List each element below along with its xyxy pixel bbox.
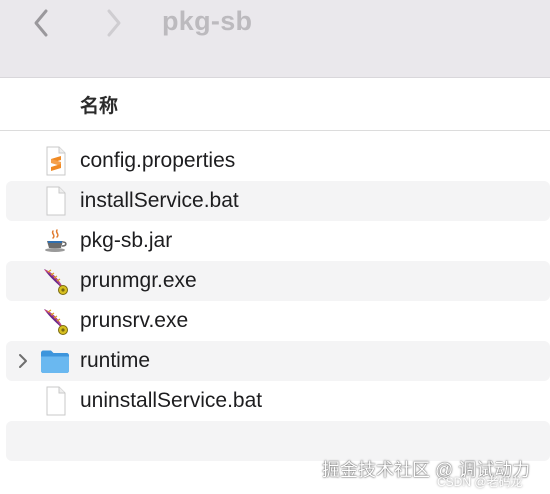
chevron-right-icon	[107, 9, 121, 37]
sublime-text-file-icon	[46, 146, 66, 176]
back-button[interactable]	[26, 8, 56, 38]
file-row[interactable]: pkg-sb.jar	[6, 221, 550, 261]
file-name: prunsrv.exe	[80, 309, 189, 332]
folder-icon	[41, 350, 69, 373]
disclosure-chevron-icon[interactable]	[16, 353, 30, 369]
file-row[interactable]: installService.bat	[6, 181, 550, 221]
toolbar: pkg-sb	[0, 0, 550, 78]
file-name: uninstallService.bat	[80, 389, 263, 412]
file-name: installService.bat	[80, 189, 239, 212]
file-list: config.properties installService.bat pkg…	[0, 141, 550, 461]
name-column-header[interactable]: 名称	[80, 91, 118, 118]
feather-executable-icon	[44, 269, 68, 295]
file-name: prunmgr.exe	[80, 269, 197, 292]
java-coffee-cup-icon	[45, 229, 67, 252]
file-row[interactable]: config.properties	[6, 141, 550, 181]
finder-window: pkg-sb 名称 config.properties installServi…	[0, 0, 550, 494]
forward-button[interactable]	[99, 8, 129, 38]
folder-row[interactable]: runtime	[6, 341, 550, 381]
file-row[interactable]: prunmgr.exe	[6, 261, 550, 301]
watermark-subtext: CSDN @老码龙	[437, 475, 523, 489]
file-name: pkg-sb.jar	[80, 229, 173, 252]
window-title: pkg-sb	[162, 6, 253, 36]
file-row[interactable]: prunsrv.exe	[6, 301, 550, 341]
file-name: config.properties	[80, 149, 236, 172]
column-header[interactable]: 名称	[0, 78, 550, 131]
generic-document-icon	[46, 186, 66, 216]
feather-executable-icon	[44, 309, 68, 335]
folder-name: runtime	[80, 349, 151, 372]
chevron-left-icon	[34, 9, 48, 37]
file-row[interactable]: uninstallService.bat	[6, 381, 550, 421]
empty-row	[6, 421, 550, 461]
generic-document-icon	[46, 386, 66, 416]
